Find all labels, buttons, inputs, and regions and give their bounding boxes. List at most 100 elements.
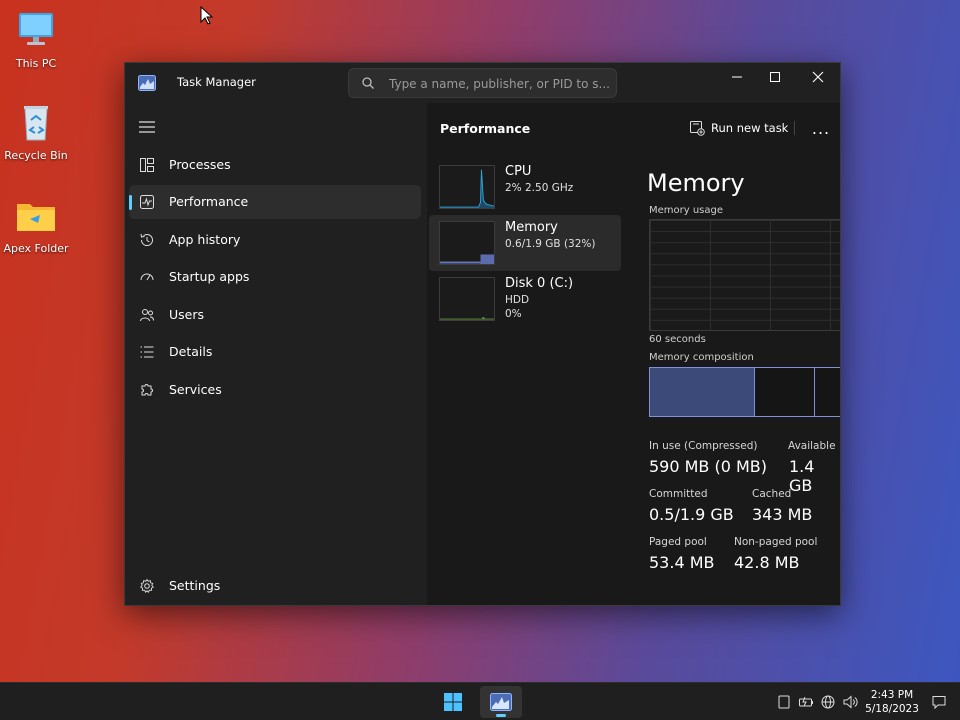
sidebar-item-label: App history — [169, 232, 241, 247]
maximize-button[interactable] — [753, 63, 797, 91]
memory-thumbnail-graph — [439, 221, 495, 265]
sidebar-item-settings[interactable]: Settings — [129, 569, 421, 603]
resource-value: 0.6/1.9 GB (32%) — [505, 238, 596, 250]
users-icon — [140, 309, 154, 322]
system-clock[interactable]: 2:43 PM 5/18/2023 — [862, 688, 922, 716]
sidebar-item-label: Startup apps — [169, 269, 250, 284]
panel-header: Performance Run new task ... — [427, 103, 840, 153]
composition-divider — [814, 368, 816, 416]
processes-icon — [140, 158, 154, 172]
sidebar-item-app-history[interactable]: App history — [129, 223, 421, 257]
mouse-cursor-icon — [200, 6, 214, 25]
close-icon — [812, 71, 824, 83]
sidebar-item-label: Details — [169, 344, 213, 359]
sidebar-item-label: Performance — [169, 194, 249, 209]
notification-icon[interactable] — [931, 694, 947, 710]
memory-composition-label: Memory composition — [649, 352, 754, 363]
resource-name: CPU — [505, 164, 532, 179]
sidebar-item-label: Processes — [169, 157, 231, 172]
battery-plug-icon[interactable] — [798, 694, 814, 710]
in-use-label: In use (Compressed) — [649, 440, 758, 452]
speaker-volume-icon[interactable] — [842, 694, 858, 710]
resource-value: 2% 2.50 GHz — [505, 182, 574, 194]
taskbar: 2:43 PM 5/18/2023 — [0, 682, 960, 720]
sidebar-item-label: Users — [169, 307, 205, 322]
resource-item-disk[interactable]: Disk 0 (C:) HDD 0% — [429, 271, 621, 327]
resource-item-memory[interactable]: Memory 0.6/1.9 GB (32%) — [429, 215, 621, 271]
performance-panel: Performance Run new task ... CPU 2% 2.50… — [427, 103, 840, 605]
available-label: Available — [788, 440, 836, 452]
hamburger-menu-icon[interactable] — [138, 120, 156, 134]
startup-gauge-icon — [140, 273, 154, 281]
paged-pool-label: Paged pool — [649, 536, 707, 548]
resource-value: HDD — [505, 294, 530, 306]
desktop-icon-label: This PC — [15, 57, 57, 70]
task-manager-logo-icon — [138, 75, 156, 91]
monitor-icon — [19, 13, 53, 45]
cpu-thumbnail-graph — [439, 165, 495, 209]
search-input[interactable] — [389, 75, 611, 93]
services-puzzle-icon — [141, 384, 153, 396]
recycle-bin-icon — [24, 106, 48, 141]
history-icon — [140, 233, 153, 247]
paged-pool-value: 53.4 MB — [649, 553, 715, 572]
resource-item-cpu[interactable]: CPU 2% 2.50 GHz — [429, 159, 621, 215]
non-paged-pool-value: 42.8 MB — [734, 553, 800, 572]
details-list-icon — [140, 346, 154, 358]
in-use-value: 590 MB (0 MB) — [649, 457, 768, 476]
clock-date: 5/18/2023 — [865, 703, 919, 715]
graph-time-label: 60 seconds — [649, 334, 706, 345]
start-button[interactable] — [432, 686, 474, 718]
sidebar-item-processes[interactable]: Processes — [129, 148, 421, 182]
run-new-task-label: Run new task — [711, 121, 789, 135]
sidebar-item-label: Settings — [169, 578, 221, 593]
memory-usage-graph — [649, 219, 840, 331]
maximize-icon — [770, 72, 780, 82]
performance-icon — [140, 195, 154, 209]
memory-detail: Memory Memory usage 60 seconds Memory co… — [645, 157, 840, 605]
sidebar-item-services[interactable]: Services — [129, 373, 421, 407]
taskbar-task-manager[interactable] — [480, 686, 522, 718]
globe-network-icon[interactable] — [820, 694, 836, 710]
windows-logo-icon — [444, 693, 462, 711]
window-title: Task Manager — [177, 75, 256, 89]
task-manager-window: Task Manager Processes — [124, 62, 841, 606]
desktop-icon-recycle-bin[interactable]: Recycle Bin — [0, 100, 72, 162]
sidebar-nav: Processes Performance App history Startu… — [125, 103, 425, 605]
non-paged-pool-label: Non-paged pool — [734, 536, 818, 548]
sidebar-item-users[interactable]: Users — [129, 298, 421, 332]
sidebar-item-startup-apps[interactable]: Startup apps — [129, 260, 421, 294]
header-divider — [794, 121, 795, 135]
gear-icon — [139, 578, 155, 593]
task-manager-taskbar-icon — [490, 693, 512, 711]
desktop-icon-label: Apex Folder — [3, 242, 69, 255]
memory-composition-bar — [649, 367, 840, 417]
committed-label: Committed — [649, 488, 708, 500]
committed-value: 0.5/1.9 GB — [649, 505, 734, 524]
sidebar-item-details[interactable]: Details — [129, 335, 421, 369]
run-new-task-button[interactable]: Run new task — [689, 115, 788, 141]
desktop-icon-this-pc[interactable]: This PC — [0, 8, 72, 70]
minimize-icon — [732, 76, 742, 78]
run-task-icon — [690, 121, 705, 136]
cached-label: Cached — [752, 488, 792, 500]
desktop-icon-apex-folder[interactable]: Apex Folder — [0, 193, 72, 255]
resource-value-secondary: 0% — [505, 308, 522, 320]
tablet-icon[interactable] — [776, 694, 792, 710]
title-bar[interactable]: Task Manager — [125, 63, 840, 103]
resource-name: Disk 0 (C:) — [505, 276, 574, 291]
available-value: 1.4 GB — [789, 457, 815, 495]
cached-value: 343 MB — [752, 505, 813, 524]
close-button[interactable] — [796, 63, 840, 91]
sidebar-item-performance[interactable]: Performance — [129, 185, 421, 219]
disk-thumbnail-graph — [439, 277, 495, 321]
more-options-button[interactable]: ... — [807, 115, 835, 141]
folder-icon — [17, 204, 55, 231]
memory-usage-label: Memory usage — [649, 205, 724, 216]
sidebar-item-label: Services — [169, 382, 222, 397]
resource-name: Memory — [505, 220, 558, 235]
search-box[interactable] — [348, 68, 617, 98]
composition-in-use-segment — [650, 368, 755, 416]
more-options-label: ... — [811, 118, 831, 138]
desktop-icon-label: Recycle Bin — [4, 149, 68, 162]
